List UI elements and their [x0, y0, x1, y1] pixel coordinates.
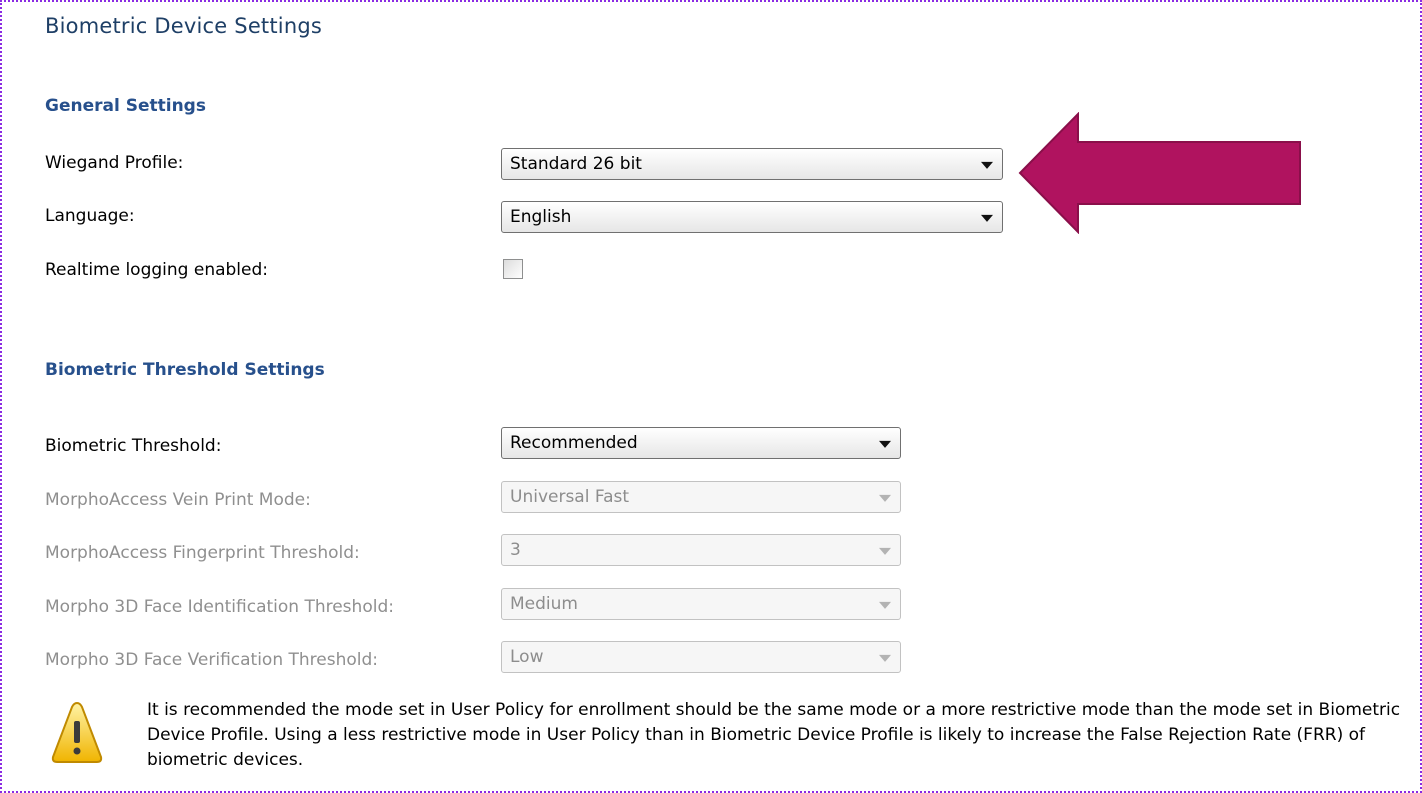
face-identification-threshold-label: Morpho 3D Face Identification Threshold:	[45, 597, 394, 617]
face-verification-threshold-label: Morpho 3D Face Verification Threshold:	[45, 650, 379, 670]
chevron-down-icon	[879, 440, 891, 448]
fingerprint-threshold-label: MorphoAccess Fingerprint Threshold:	[45, 543, 360, 563]
chevron-down-icon	[879, 547, 891, 555]
face-verification-threshold-value: Low	[510, 647, 544, 667]
biometric-threshold-label: Biometric Threshold:	[45, 436, 222, 456]
face-identification-threshold-value: Medium	[510, 594, 578, 614]
fingerprint-threshold-select: 3	[501, 534, 901, 566]
chevron-down-icon	[981, 214, 993, 222]
biometric-threshold-select[interactable]: Recommended	[501, 427, 901, 459]
general-settings-title: General Settings	[45, 96, 206, 116]
wiegand-profile-label: Wiegand Profile:	[45, 153, 184, 173]
chevron-down-icon	[981, 161, 993, 169]
page-title: Biometric Device Settings	[45, 14, 323, 38]
wiegand-profile-value: Standard 26 bit	[510, 154, 642, 174]
warning-icon	[51, 701, 103, 763]
vein-print-mode-select: Universal Fast	[501, 481, 901, 513]
vein-print-mode-label: MorphoAccess Vein Print Mode:	[45, 490, 311, 510]
warning-message: It is recommended the mode set in User P…	[147, 700, 1401, 770]
vein-print-mode-value: Universal Fast	[510, 487, 630, 507]
language-select[interactable]: English	[501, 201, 1003, 233]
realtime-logging-label: Realtime logging enabled:	[45, 260, 269, 280]
face-identification-threshold-select: Medium	[501, 588, 901, 620]
language-value: English	[510, 207, 572, 227]
chevron-down-icon	[879, 654, 891, 662]
biometric-threshold-settings-title: Biometric Threshold Settings	[45, 360, 325, 380]
annotation-arrow-icon	[1018, 112, 1301, 234]
face-verification-threshold-select: Low	[501, 641, 901, 673]
fingerprint-threshold-value: 3	[510, 540, 521, 560]
biometric-threshold-value: Recommended	[510, 433, 638, 453]
wiegand-profile-select[interactable]: Standard 26 bit	[501, 148, 1003, 180]
realtime-logging-checkbox[interactable]	[503, 259, 523, 279]
chevron-down-icon	[879, 601, 891, 609]
language-label: Language:	[45, 206, 135, 226]
chevron-down-icon	[879, 494, 891, 502]
